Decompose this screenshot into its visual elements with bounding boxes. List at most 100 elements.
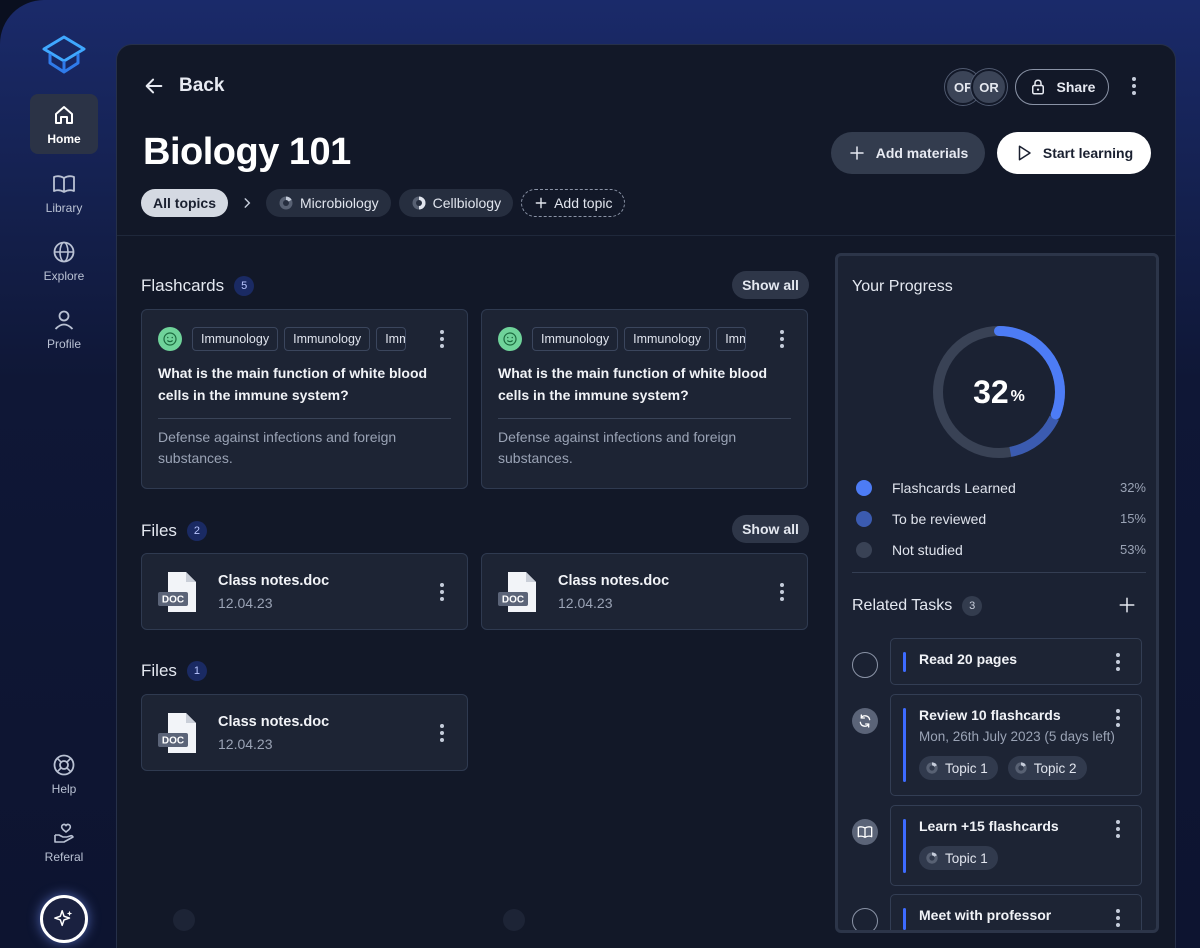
flashcard-tag: Imm (376, 327, 407, 351)
sidebar-item-library[interactable]: Library (30, 163, 98, 223)
task-title: Learn +15 flashcards (919, 818, 1059, 834)
sidebar-item-explore[interactable]: Explore (30, 231, 98, 291)
topic-chip-label: Microbiology (300, 195, 379, 211)
more-options-icon[interactable] (1109, 818, 1127, 840)
legend-row: To be reviewed 15% (852, 503, 1146, 534)
flashcards-show-all-button[interactable]: Show all (732, 271, 809, 299)
back-button[interactable]: Back (143, 75, 224, 97)
task-card[interactable]: Learn +15 flashcards Topic 1 (890, 805, 1142, 886)
sidebar-item-profile[interactable]: Profile (30, 299, 98, 359)
flashcard-tag: Immunology (192, 327, 279, 351)
arrow-left-icon (145, 78, 163, 94)
task-accent-bar (903, 819, 906, 873)
collaborator-avatars[interactable]: OF OR (945, 69, 1007, 105)
add-task-icon[interactable] (1118, 596, 1136, 614)
share-button[interactable]: Share (1015, 69, 1109, 105)
task-topic-chip[interactable]: Topic 2 (1007, 756, 1087, 780)
file-date: 12.04.23 (218, 594, 273, 611)
more-options-icon[interactable] (1121, 71, 1147, 101)
topic-progress-icon (1015, 762, 1027, 774)
topic-chip-cellbiology[interactable]: Cellbiology (398, 189, 514, 217)
more-options-icon[interactable] (1109, 907, 1127, 929)
add-topic-button[interactable]: Add topic (521, 189, 626, 217)
book-icon[interactable] (852, 819, 878, 845)
more-options-icon[interactable] (433, 327, 451, 351)
add-materials-button[interactable]: Add materials (831, 132, 985, 174)
globe-icon (53, 241, 75, 262)
more-options-icon[interactable] (1109, 707, 1127, 729)
file-card[interactable]: DOC Class notes.doc 12.04.23 (141, 694, 468, 771)
files-show-all-button[interactable]: Show all (732, 515, 809, 543)
legend-label: Not studied (892, 541, 963, 558)
sidebar-item-help[interactable]: Help (30, 744, 98, 804)
topic-progress-icon (926, 762, 938, 774)
avatar[interactable]: OR (971, 69, 1007, 105)
sidebar-item-referal[interactable]: Referal (30, 812, 98, 872)
related-tasks-title: Related Tasks 3 (852, 596, 983, 616)
user-icon (54, 310, 74, 330)
refresh-icon[interactable] (852, 708, 878, 734)
section-title: Flashcards (141, 276, 225, 295)
sidebar-item-home[interactable]: Home (30, 94, 98, 154)
flashcard[interactable]: Immunology Immunology Imm What is the ma… (481, 309, 808, 489)
more-options-icon[interactable] (433, 580, 451, 604)
task-topic-chip[interactable]: Topic 1 (919, 756, 998, 780)
task-accent-bar (903, 908, 906, 930)
doc-file-icon: DOC (158, 711, 202, 755)
flashcard-tag: Imm (716, 327, 747, 351)
sidebar-item-label: Help (51, 781, 77, 796)
flashcard-tag: Immunology (624, 327, 711, 351)
progress-legend: Flashcards Learned 32% To be reviewed 15… (852, 472, 1146, 565)
flashcards-section-title: Flashcards 5 (141, 276, 255, 296)
file-card[interactable]: DOC Class notes.doc 12.04.23 (141, 553, 468, 630)
task-card[interactable]: Review 10 flashcards Mon, 26th July 2023… (890, 694, 1142, 796)
legend-label: To be reviewed (892, 510, 987, 527)
flashcard[interactable]: Immunology Immunology Imm What is the ma… (141, 309, 468, 489)
more-options-icon[interactable] (773, 580, 791, 604)
ai-assistant-button[interactable] (40, 895, 88, 943)
divider (498, 418, 791, 419)
section-title: Files (141, 661, 177, 680)
legend-value: 53% (1119, 542, 1146, 557)
task-topic-label: Topic 1 (945, 760, 988, 776)
task-topic-chip[interactable]: Topic 1 (919, 846, 998, 870)
divider (158, 418, 451, 419)
play-icon (1018, 145, 1031, 161)
topic-chip-microbiology[interactable]: Microbiology (266, 189, 391, 217)
task-title: Meet with professor (919, 907, 1052, 923)
doc-file-icon: DOC (498, 570, 542, 614)
topic-progress-icon (279, 196, 293, 210)
files-section-title: Files 1 (141, 661, 207, 681)
back-label: Back (179, 75, 225, 96)
topic-chip-all[interactable]: All topics (141, 189, 229, 217)
progress-percent: 32% (927, 320, 1071, 464)
count-badge: 5 (234, 276, 255, 296)
topic-progress-icon (412, 196, 426, 210)
add-materials-label: Add materials (875, 145, 969, 161)
task-topic-label: Topic 2 (1033, 760, 1077, 776)
topic-breadcrumb: All topics Microbiology Cellbiology Add … (141, 189, 633, 217)
task-card[interactable]: Meet with professor (890, 894, 1142, 930)
task-card[interactable]: Read 20 pages (890, 638, 1142, 685)
flashcard-answer: Defense against infections and foreign s… (158, 429, 397, 466)
task-title: Review 10 flashcards (919, 707, 1061, 723)
flashcard-question: What is the main function of white blood… (158, 365, 428, 403)
files-section-title: Files 2 (141, 521, 207, 541)
empty-circle-icon[interactable] (852, 652, 878, 678)
smile-icon (498, 327, 522, 351)
plus-icon (535, 197, 547, 209)
more-options-icon[interactable] (1109, 651, 1127, 673)
divider (117, 235, 1175, 236)
placeholder-dot (173, 909, 195, 931)
sidebar-item-label: Referal (44, 849, 84, 864)
more-options-icon[interactable] (773, 327, 791, 351)
file-name: Class notes.doc (558, 572, 670, 589)
start-learning-button[interactable]: Start learning (997, 132, 1151, 174)
lifebuoy-icon (53, 754, 75, 775)
book-icon (53, 174, 75, 193)
flashcard-tag: Immunology (532, 327, 619, 351)
more-options-icon[interactable] (433, 721, 451, 745)
empty-circle-icon[interactable] (852, 908, 878, 930)
file-name: Class notes.doc (218, 572, 330, 589)
file-card[interactable]: DOC Class notes.doc 12.04.23 (481, 553, 808, 630)
